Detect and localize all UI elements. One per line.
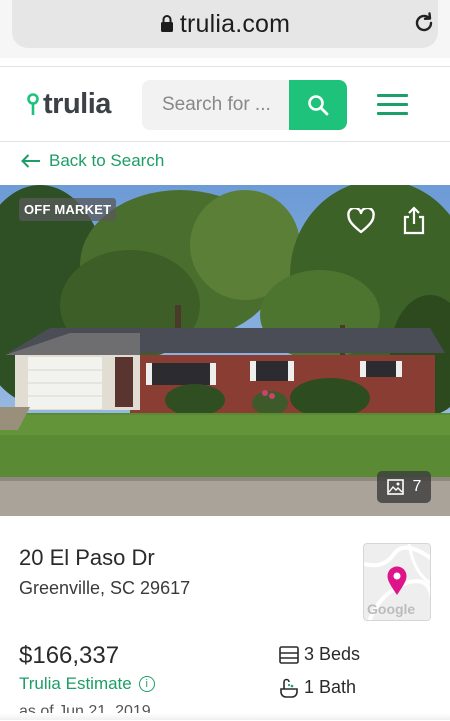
url-text: trulia.com <box>179 9 291 38</box>
beds-info: 3 Beds <box>279 644 360 665</box>
house-photo <box>0 185 450 516</box>
photo-count-button[interactable]: 7 <box>377 471 431 503</box>
logo-text: trulia <box>43 88 111 120</box>
baths-label: 1 Bath <box>304 677 357 697</box>
url-bar[interactable]: trulia.com <box>12 0 438 48</box>
reload-icon[interactable] <box>412 11 436 35</box>
logo-pin-icon <box>27 92 39 115</box>
bottom-divider <box>0 713 450 720</box>
beds-label: 3 Beds <box>304 644 361 664</box>
back-arrow-icon <box>21 154 40 168</box>
off-market-badge: OFF MARKET <box>19 198 117 221</box>
listing-city: Greenville, SC 29617 <box>19 578 191 598</box>
search-button[interactable] <box>289 80 347 130</box>
map-google-label: Google <box>367 601 416 617</box>
property-photo[interactable]: OFF MARKET 7 <box>0 185 450 516</box>
search-box: Search for ... <box>142 80 347 130</box>
info-icon[interactable]: i <box>138 676 155 692</box>
lock-icon <box>160 14 173 32</box>
heart-icon[interactable] <box>347 208 375 234</box>
back-to-search-link[interactable]: Back to Search <box>21 151 164 171</box>
trulia-estimate[interactable]: Trulia Estimate i <box>19 674 155 694</box>
gallery-icon <box>386 479 404 495</box>
search-input[interactable]: Search for ... <box>142 80 289 130</box>
map-pin-icon <box>387 566 407 595</box>
bath-icon <box>280 678 298 698</box>
listing-address: 20 El Paso Dr <box>19 545 155 570</box>
site-header: trulia Search for ... <box>0 66 450 142</box>
baths-info: 1 Bath <box>279 677 356 698</box>
photo-count: 7 <box>412 478 422 495</box>
share-icon[interactable] <box>402 206 426 235</box>
back-to-search-label: Back to Search <box>49 151 165 170</box>
trulia-logo[interactable]: trulia <box>26 88 111 121</box>
listing-price: $166,337 <box>19 642 120 669</box>
bed-icon <box>279 645 299 664</box>
search-icon <box>308 95 329 116</box>
menu-icon[interactable] <box>377 94 408 116</box>
trulia-estimate-label: Trulia Estimate <box>19 674 132 693</box>
map-thumbnail[interactable]: Google <box>363 543 431 621</box>
browser-bar: trulia.com <box>0 0 450 58</box>
